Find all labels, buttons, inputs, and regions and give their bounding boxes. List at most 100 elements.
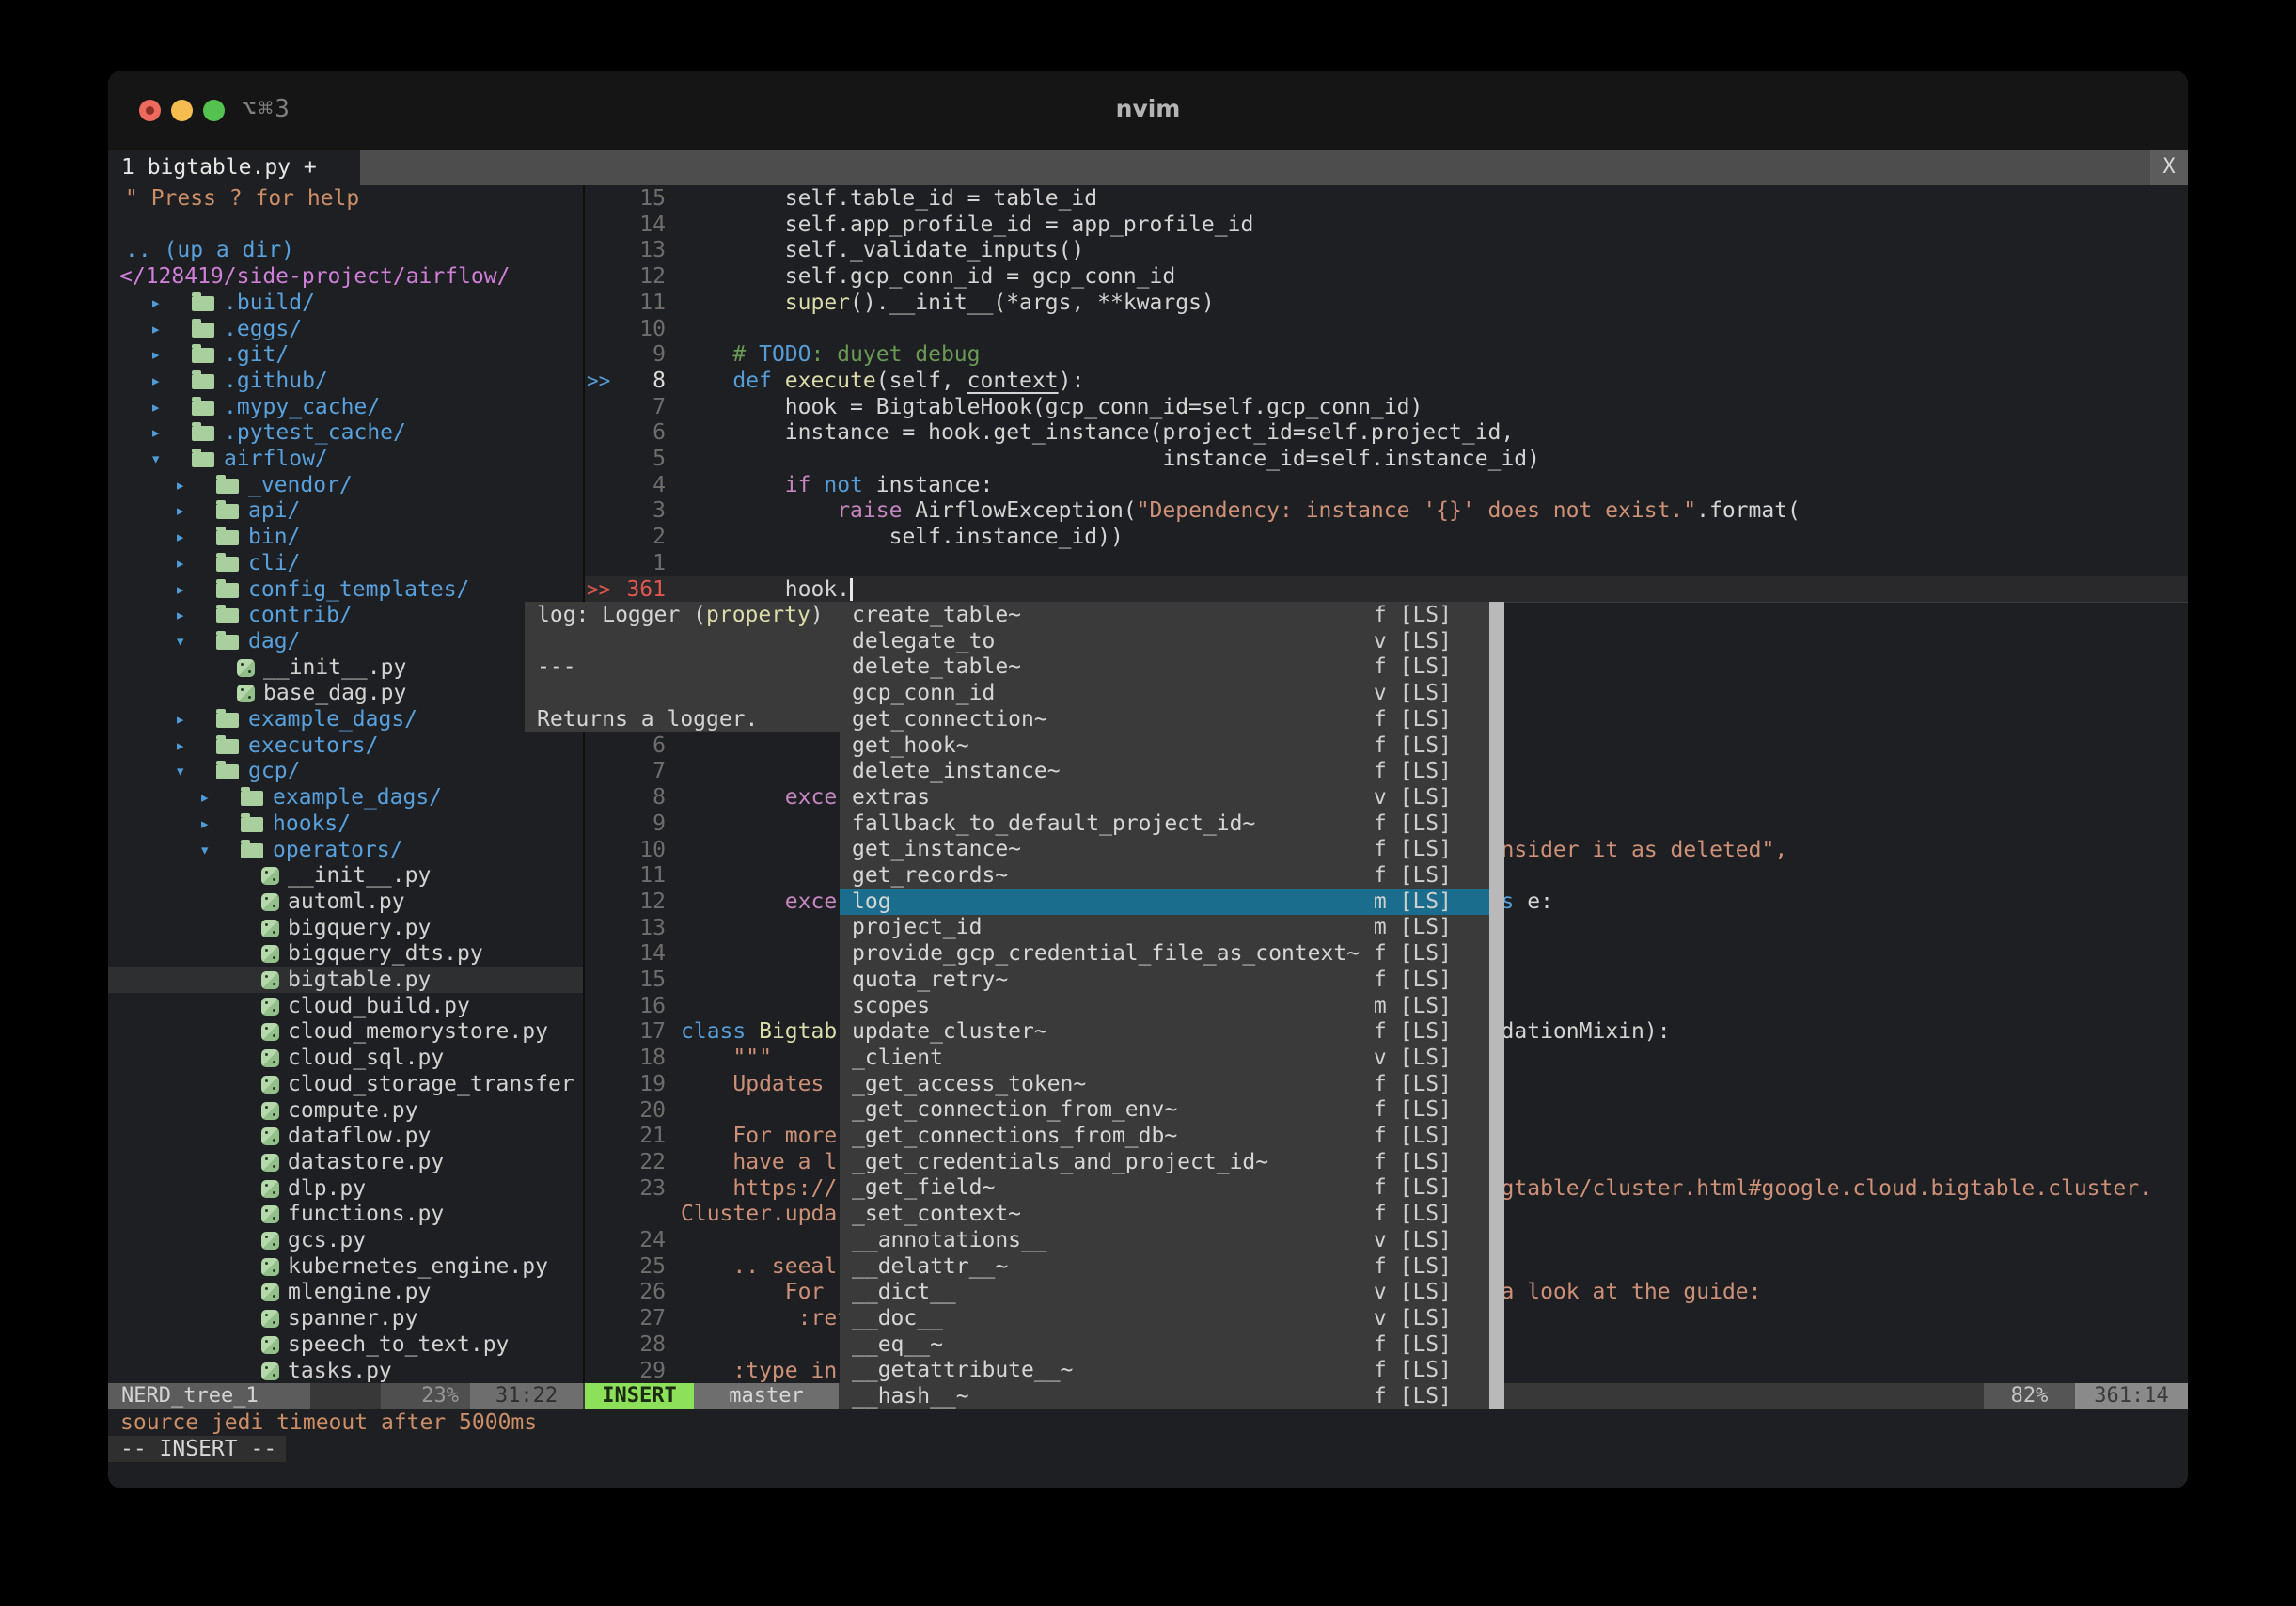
tree-row[interactable]: ▸config_templates/: [108, 576, 583, 603]
chevron-right-icon[interactable]: ▸: [175, 732, 185, 759]
code-line[interactable]: 14self.app_profile_id = app_profile_id: [585, 212, 2188, 238]
tree-row[interactable]: automl.py: [108, 889, 583, 915]
completion-item[interactable]: __eq__~f [LS]: [840, 1331, 1504, 1358]
code-line[interactable]: 13self._validate_inputs(): [585, 237, 2188, 263]
tree-row[interactable]: cloud_sql.py: [108, 1045, 583, 1071]
tree-row[interactable]: __init__.py: [108, 862, 583, 889]
tree-row[interactable]: ▸example_dags/: [108, 784, 583, 811]
tree-root-path[interactable]: </128419/side-project/airflow/: [119, 263, 510, 290]
completion-item[interactable]: get_instance~f [LS]: [840, 836, 1504, 862]
completion-item[interactable]: __doc__v [LS]: [840, 1305, 1504, 1331]
completion-item[interactable]: get_connection~f [LS]: [840, 706, 1504, 732]
tree-row[interactable]: functions.py: [108, 1201, 583, 1227]
completion-item[interactable]: _get_field~f [LS]: [840, 1174, 1504, 1201]
tree-row[interactable]: ▸contrib/: [108, 602, 583, 628]
chevron-right-icon[interactable]: ▸: [199, 784, 210, 811]
chevron-right-icon[interactable]: ▸: [175, 524, 185, 550]
chevron-right-icon[interactable]: ▸: [175, 497, 185, 524]
chevron-right-icon[interactable]: ▸: [175, 706, 185, 732]
chevron-right-icon[interactable]: ▸: [150, 341, 161, 368]
tree-row[interactable]: dataflow.py: [108, 1123, 583, 1149]
tree-row[interactable]: ▸executors/: [108, 732, 583, 759]
tree-row[interactable]: compute.py: [108, 1097, 583, 1124]
completion-item[interactable]: _get_access_token~f [LS]: [840, 1071, 1504, 1097]
completion-item[interactable]: _get_connections_from_db~f [LS]: [840, 1123, 1504, 1149]
tree-row[interactable]: ▾gcp/: [108, 758, 583, 784]
tree-row[interactable]: " Press ? for help: [108, 185, 583, 212]
chevron-right-icon[interactable]: ▸: [150, 394, 161, 420]
tree-row[interactable]: ▸bin/: [108, 524, 583, 550]
chevron-down-icon[interactable]: ▾: [175, 628, 185, 654]
completion-item[interactable]: create_table~f [LS]: [840, 602, 1504, 628]
tree-row[interactable]: ▸.eggs/: [108, 316, 583, 342]
tree-row[interactable]: gcs.py: [108, 1227, 583, 1253]
completion-item[interactable]: delegate_tov [LS]: [840, 628, 1504, 654]
code-line[interactable]: 11super().__init__(*args, **kwargs): [585, 290, 2188, 316]
code-line[interactable]: 10: [585, 316, 2188, 342]
tree-row[interactable]: bigtable.py: [108, 967, 583, 993]
tree-row[interactable]: ▸.pytest_cache/: [108, 419, 583, 446]
completion-item[interactable]: logm [LS]: [840, 889, 1504, 915]
tree-row[interactable]: ▸.git/: [108, 341, 583, 368]
tree-row[interactable]: cloud_build.py: [108, 993, 583, 1019]
tree-row[interactable]: ▸.build/: [108, 290, 583, 316]
code-line[interactable]: 7hook = BigtableHook(gcp_conn_id=self.gc…: [585, 394, 2188, 420]
tree-row[interactable]: cloud_storage_transfer: [108, 1071, 583, 1097]
completion-item[interactable]: gcp_conn_idv [LS]: [840, 680, 1504, 706]
tree-row[interactable]: bigquery.py: [108, 915, 583, 941]
completion-item[interactable]: project_idm [LS]: [840, 914, 1504, 940]
code-line[interactable]: 9# TODO: duyet debug: [585, 341, 2188, 368]
tree-row[interactable]: spanner.py: [108, 1305, 583, 1331]
tree-row[interactable]: speech_to_text.py: [108, 1331, 583, 1358]
completion-item[interactable]: delete_instance~f [LS]: [840, 758, 1504, 784]
completion-item[interactable]: __delattr__~f [LS]: [840, 1253, 1504, 1280]
code-line[interactable]: 2self.instance_id)): [585, 524, 2188, 550]
tree-row[interactable]: datastore.py: [108, 1149, 583, 1175]
chevron-right-icon[interactable]: ▸: [175, 472, 185, 498]
chevron-right-icon[interactable]: ▸: [175, 550, 185, 576]
tree-row[interactable]: ▸.github/: [108, 368, 583, 394]
tab-bigtable[interactable]: 1 bigtable.py +: [108, 150, 360, 185]
titlebar[interactable]: ⌥⌘3 nvim: [108, 71, 2188, 150]
tree-row[interactable]: mlengine.py: [108, 1279, 583, 1305]
completion-item[interactable]: extrasv [LS]: [840, 784, 1504, 811]
code-line[interactable]: 3raise AirflowException("Dependency: ins…: [585, 497, 2188, 524]
tree-row[interactable]: ▸_vendor/: [108, 472, 583, 498]
tree-row[interactable]: ▾operators/: [108, 837, 583, 863]
tree-row[interactable]: ▾airflow/: [108, 446, 583, 472]
code-line[interactable]: >>361hook.: [585, 576, 2188, 603]
tree-row[interactable]: ▾dag/: [108, 628, 583, 654]
completion-item[interactable]: get_records~f [LS]: [840, 862, 1504, 889]
tree-up-dir[interactable]: .. (up a dir): [125, 237, 294, 263]
chevron-right-icon[interactable]: ▸: [150, 290, 161, 316]
completion-item[interactable]: __hash__~f [LS]: [840, 1383, 1504, 1409]
code-line[interactable]: 1: [585, 550, 2188, 576]
close-tab-icon[interactable]: X: [2150, 150, 2188, 185]
tree-row[interactable]: </128419/side-project/airflow/: [108, 263, 583, 290]
completion-item[interactable]: provide_gcp_credential_file_as_context~f…: [840, 940, 1504, 967]
completion-item[interactable]: quota_retry~f [LS]: [840, 967, 1504, 993]
tree-row[interactable]: [108, 212, 583, 238]
code-line[interactable]: >>8def execute(self, context):: [585, 368, 2188, 394]
completion-item[interactable]: _get_credentials_and_project_id~f [LS]: [840, 1149, 1504, 1175]
chevron-right-icon[interactable]: ▸: [175, 602, 185, 628]
code-line[interactable]: 12self.gcp_conn_id = gcp_conn_id: [585, 263, 2188, 290]
tree-row[interactable]: dlp.py: [108, 1175, 583, 1202]
tree-row[interactable]: kubernetes_engine.py: [108, 1253, 583, 1280]
chevron-down-icon[interactable]: ▾: [150, 446, 161, 472]
completion-item[interactable]: __getattribute__~f [LS]: [840, 1357, 1504, 1383]
completion-item[interactable]: get_hook~f [LS]: [840, 732, 1504, 759]
tree-row[interactable]: ▸hooks/: [108, 811, 583, 837]
completion-item[interactable]: scopesm [LS]: [840, 993, 1504, 1019]
code-line[interactable]: 6instance = hook.get_instance(project_id…: [585, 419, 2188, 446]
chevron-right-icon[interactable]: ▸: [150, 419, 161, 446]
completion-item[interactable]: _clientv [LS]: [840, 1045, 1504, 1071]
completion-scrollbar[interactable]: [1489, 602, 1504, 1409]
code-line[interactable]: 5instance_id=self.instance_id): [585, 446, 2188, 472]
chevron-right-icon[interactable]: ▸: [199, 811, 210, 837]
tree-row[interactable]: base_dag.py: [108, 680, 583, 706]
tree-row[interactable]: ▸example_dags/: [108, 706, 583, 732]
code-line[interactable]: 4if not instance:: [585, 472, 2188, 498]
completion-item[interactable]: update_cluster~f [LS]: [840, 1018, 1504, 1045]
chevron-right-icon[interactable]: ▸: [150, 368, 161, 394]
